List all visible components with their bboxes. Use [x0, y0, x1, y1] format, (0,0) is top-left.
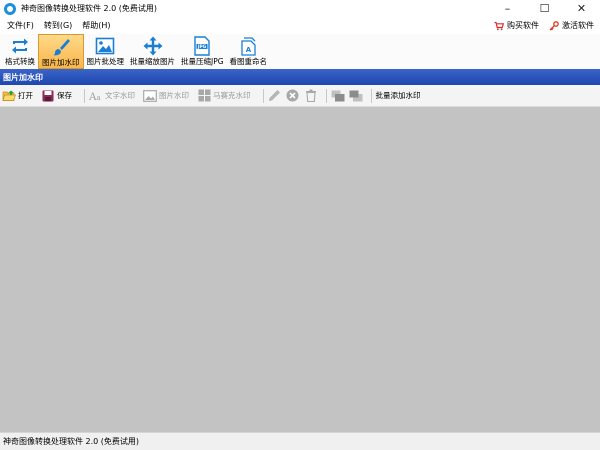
toolbar-divider — [262, 88, 264, 103]
move-arrows-icon — [142, 36, 164, 56]
menu-right-actions: 购买软件 激活软件 — [494, 17, 594, 34]
open-label: 打开 — [18, 91, 33, 100]
toolbar-add-watermark[interactable]: 图片加水印 — [38, 34, 84, 69]
buy-software-link[interactable]: 购买软件 — [494, 20, 539, 31]
app-logo-icon — [4, 2, 16, 15]
image-watermark-button[interactable]: 图片水印 — [143, 89, 189, 103]
toolbar-view-rename[interactable]: A 看图重命名 — [227, 34, 271, 69]
status-bar: 神奇图像转换处理软件 2.0 (免费试用) — [0, 432, 600, 450]
toolbar-divider — [325, 88, 327, 103]
save-button[interactable]: 保存 — [41, 89, 72, 103]
open-button[interactable]: 打开 — [2, 89, 33, 103]
picture-icon — [143, 89, 157, 103]
trash-icon[interactable] — [304, 89, 318, 103]
window-controls: – ☐ ✕ — [489, 0, 600, 17]
buy-software-label: 购买软件 — [507, 21, 539, 30]
toolbar-batch-process-label: 图片批处理 — [86, 57, 125, 66]
toolbar-divider — [84, 88, 85, 103]
main-toolbar: 格式转换 图片加水印 图片批处理 批量缩放图片 JPG 批量压缩JPG A 看图… — [0, 34, 600, 69]
toolbar-divider — [370, 88, 372, 103]
menu-help[interactable]: 帮助(H) — [77, 20, 115, 31]
mosaic-watermark-label: 马赛克水印 — [213, 91, 251, 100]
menu-file[interactable]: 文件(F) — [2, 20, 39, 31]
save-disk-icon — [41, 89, 55, 103]
svg-text:a: a — [96, 94, 100, 102]
key-icon — [549, 20, 559, 30]
toolbar-batch-process[interactable]: 图片批处理 — [84, 34, 128, 69]
jpg-file-icon: JPG — [191, 36, 213, 56]
maximize-button[interactable]: ☐ — [526, 0, 563, 17]
delete-circle-icon[interactable] — [286, 89, 300, 103]
text-watermark-label: 文字水印 — [105, 91, 135, 100]
image-canvas-area[interactable] — [0, 107, 600, 432]
toolbar-format-convert-label: 格式转换 — [5, 57, 35, 66]
toolbar-batch-resize[interactable]: 批量缩放图片 — [127, 34, 178, 69]
activate-software-link[interactable]: 激活软件 — [549, 20, 594, 31]
toolbar-view-rename-label: 看图重命名 — [229, 57, 268, 66]
brush-icon — [50, 37, 72, 57]
toolbar-batch-compress-label: 批量压缩JPG — [181, 57, 224, 66]
rename-icon: A — [237, 36, 259, 56]
image-watermark-label: 图片水印 — [159, 91, 189, 100]
title-bar: 神奇图像转换处理软件 2.0 (免费试用) – ☐ ✕ — [0, 0, 600, 17]
convert-arrows-icon — [9, 36, 31, 56]
toolbar-format-convert[interactable]: 格式转换 — [2, 34, 38, 69]
open-folder-icon — [2, 89, 16, 103]
window-title: 神奇图像转换处理软件 2.0 (免费试用) — [21, 4, 158, 13]
save-label: 保存 — [57, 91, 72, 100]
toolbar-batch-resize-label: 批量缩放图片 — [130, 57, 175, 66]
svg-text:A: A — [246, 46, 252, 54]
watermark-toolbar: 打开 保存 A a 文字水印 图片水印 马赛克水印 批量添加水印 — [0, 85, 600, 107]
text-watermark-button[interactable]: A a 文字水印 — [89, 89, 135, 103]
batch-add-watermark-button[interactable]: 批量添加水印 — [376, 90, 421, 101]
panel-title: 图片加水印 — [3, 72, 43, 82]
menu-bar: 文件(F) 转到(G) 帮助(H) 购买软件 激活软件 — [0, 17, 600, 34]
menu-goto[interactable]: 转到(G) — [39, 20, 77, 31]
close-button[interactable]: ✕ — [563, 0, 600, 17]
image-icon — [94, 36, 116, 56]
mosaic-grid-icon — [197, 89, 211, 103]
text-aa-icon: A a — [89, 89, 103, 103]
layer-back-icon[interactable] — [349, 89, 363, 103]
minimize-button[interactable]: – — [489, 0, 526, 17]
svg-text:JPG: JPG — [197, 44, 207, 50]
panel-title-bar: 图片加水印 — [0, 69, 600, 85]
cart-icon — [494, 21, 504, 30]
status-text: 神奇图像转换处理软件 2.0 (免费试用) — [3, 437, 140, 446]
activate-software-label: 激活软件 — [562, 21, 594, 30]
mosaic-watermark-button[interactable]: 马赛克水印 — [197, 89, 251, 103]
layer-front-icon[interactable] — [331, 89, 345, 103]
toolbar-add-watermark-label: 图片加水印 — [42, 58, 80, 67]
toolbar-batch-compress[interactable]: JPG 批量压缩JPG — [178, 34, 227, 69]
pencil-icon[interactable] — [268, 89, 282, 103]
batch-add-watermark-label: 批量添加水印 — [375, 91, 421, 100]
